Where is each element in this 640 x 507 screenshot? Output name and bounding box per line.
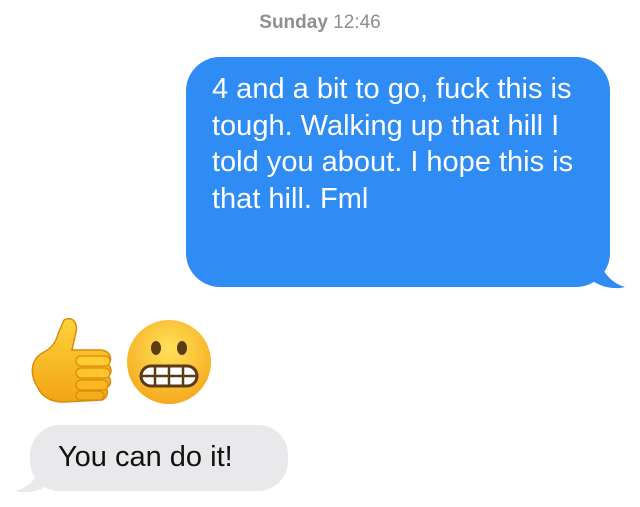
thumbs-up-icon bbox=[31, 318, 112, 403]
received-message-text: You can do it! bbox=[30, 425, 288, 491]
timestamp-time: 12:46 bbox=[333, 12, 381, 33]
message-timestamp: Sunday 12:46 bbox=[0, 12, 640, 34]
timestamp-day: Sunday bbox=[259, 12, 328, 33]
received-message-bubble[interactable]: You can do it! bbox=[16, 425, 290, 493]
sent-message-text: 4 and a bit to go, fuck this is tough. W… bbox=[186, 57, 610, 287]
sent-message-bubble[interactable]: 4 and a bit to go, fuck this is tough. W… bbox=[186, 57, 625, 289]
grimacing-face-icon bbox=[127, 320, 211, 404]
